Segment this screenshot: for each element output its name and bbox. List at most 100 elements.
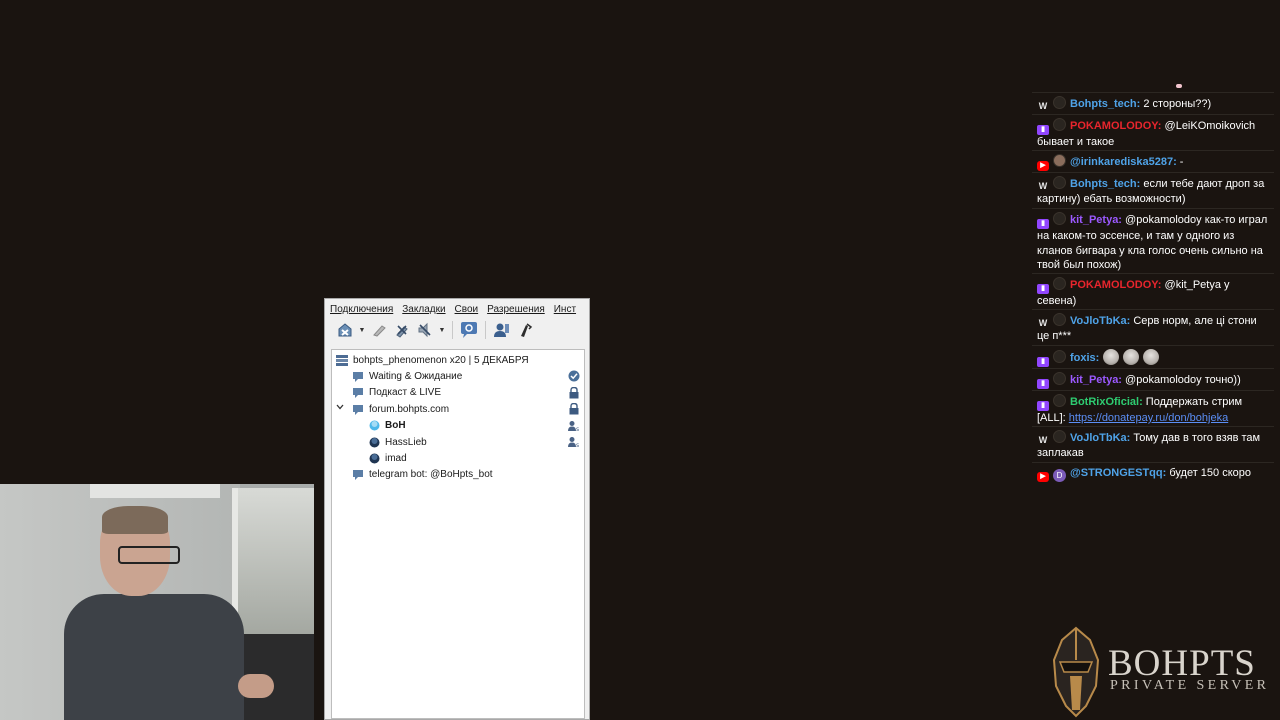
user-name: BoH: [385, 420, 406, 432]
channel-icon: [352, 387, 364, 399]
lock-icon: [568, 403, 580, 415]
channel-item[interactable]: forum.bohpts.com: [332, 401, 584, 417]
chevron-down-icon[interactable]: [336, 403, 344, 413]
whisper-icon: [521, 323, 533, 337]
chat-message: ▮ kit_Petya: @pokamolodoy точно)): [1032, 368, 1274, 392]
emote-icon: [1143, 349, 1160, 365]
chat-button[interactable]: [459, 320, 479, 340]
channel-name: telegram bot: @BoHpts_bot: [369, 469, 493, 481]
user-item[interactable]: BoH s: [332, 418, 584, 434]
chat-message: W Bohpts_tech: 2 стороны??): [1032, 92, 1274, 115]
svg-text:s: s: [576, 442, 579, 448]
chat-nick: VoJloTbKa:: [1070, 315, 1131, 327]
server-admin-icon: s: [568, 420, 580, 432]
chat-nick: BotRixOficial:: [1070, 396, 1143, 408]
chat-indicator: [1176, 84, 1182, 88]
channel-name: forum.bohpts.com: [369, 403, 450, 415]
server-row[interactable]: bohpts_phenomenon x20 | 5 ДЕКАБРЯ: [332, 352, 584, 368]
user-name: HassLieb: [385, 436, 427, 448]
mute-mic-icon: [396, 325, 408, 338]
whisper-button[interactable]: [515, 320, 535, 340]
wasd-platform-icon: W: [1038, 318, 1048, 328]
chat-message: ▮ POKAMOLODOY: @LeiKOmoikovich бывает и т…: [1032, 114, 1274, 153]
chat-nick: kit_Petya:: [1070, 214, 1122, 226]
menu-bar: Подключения Закладки Свои Разрешения Инс…: [325, 300, 589, 318]
menu-bookmarks[interactable]: Закладки: [402, 304, 445, 315]
chat-message: ▶ @irinkarediska5287: -: [1032, 150, 1274, 174]
twitch-platform-icon: ▮: [1037, 401, 1049, 411]
menu-permissions[interactable]: Разрешения: [487, 304, 545, 315]
webcam-feed: [0, 484, 314, 720]
disconnect-dropdown-icon[interactable]: ▼: [358, 327, 366, 334]
disconnect-button[interactable]: [335, 320, 355, 340]
donation-link[interactable]: https://donatepay.ru/don/bohjeka: [1069, 412, 1228, 424]
channel-icon: [352, 403, 364, 415]
channel-item[interactable]: Waiting & Ожидание: [332, 368, 584, 384]
chat-nick: @STRONGESTqq:: [1070, 467, 1167, 479]
avatar: [1053, 430, 1066, 443]
wasd-platform-icon: W: [1038, 101, 1048, 111]
mute-speakers-button[interactable]: [415, 320, 435, 340]
chat-nick: Bohpts_tech:: [1070, 98, 1141, 110]
knight-helmet-icon: [1052, 626, 1100, 718]
avatar: [1053, 176, 1066, 189]
toolbar: ▼ ▼: [325, 318, 589, 342]
contacts-button[interactable]: [492, 320, 512, 340]
disconnect-icon: [338, 323, 352, 337]
chat-text: будет 150 скоро: [1169, 467, 1252, 479]
channel-item[interactable]: Подкаст & LIVE: [332, 385, 584, 401]
bookmark-icon: [373, 325, 386, 337]
wasd-platform-icon: W: [1038, 181, 1048, 191]
channel-tree: bohpts_phenomenon x20 | 5 ДЕКАБРЯ Waitin…: [331, 349, 585, 719]
away-dropdown-icon[interactable]: ▼: [438, 327, 446, 334]
idle-status-icon: [368, 436, 380, 448]
chat-message: W Bohpts_tech: если тебе дают дроп за кар…: [1032, 172, 1274, 209]
talking-status-icon: [368, 420, 380, 432]
chat-nick: Bohpts_tech:: [1070, 178, 1141, 190]
channel-icon: [352, 469, 364, 481]
twitch-platform-icon: ▮: [1037, 219, 1049, 229]
chat-text: 2 стороны??): [1143, 98, 1212, 110]
check-icon: [568, 370, 580, 382]
emote-icon: [1103, 349, 1120, 365]
channel-item[interactable]: telegram bot: @BoHpts_bot: [332, 467, 584, 483]
twitch-platform-icon: ▮: [1037, 379, 1049, 389]
avatar: [1053, 118, 1066, 131]
avatar: [1053, 313, 1066, 326]
chat-message: W VoJloTbKa: Тому дав в того взяв там зап…: [1032, 426, 1274, 463]
stream-chat: W Bohpts_tech: 2 стороны??) ▮ POKAMOLODOY:…: [1030, 84, 1276, 486]
menu-connections[interactable]: Подключения: [330, 304, 393, 315]
chat-nick: foxis:: [1070, 352, 1100, 364]
twitch-platform-icon: ▮: [1037, 357, 1049, 367]
avatar: [1053, 350, 1066, 363]
wasd-platform-icon: W: [1038, 435, 1048, 445]
chat-message: ▶ D @STRONGESTqq: будет 150 скоро: [1032, 462, 1274, 485]
menu-self[interactable]: Свои: [455, 304, 479, 315]
bohpts-logo: BOHPTS PRIVATE SERVER: [1046, 626, 1276, 720]
emote-icon: [1123, 349, 1140, 365]
user-item[interactable]: imad: [332, 450, 584, 466]
chat-bubble-icon: [461, 322, 477, 338]
twitch-platform-icon: ▮: [1037, 284, 1049, 294]
chat-nick: POKAMOLODOY:: [1070, 279, 1162, 291]
logo-subtitle: PRIVATE SERVER: [1110, 678, 1270, 693]
server-name: bohpts_phenomenon x20 | 5 ДЕКАБРЯ: [353, 354, 529, 366]
channel-name: Подкаст & LIVE: [369, 387, 442, 399]
youtube-platform-icon: ▶: [1037, 472, 1049, 482]
twitch-platform-icon: ▮: [1037, 125, 1049, 135]
chat-message: ▮ kit_Petya: @pokamolodoy как-то играл на…: [1032, 208, 1274, 276]
server-icon: [336, 354, 348, 366]
svg-text:s: s: [576, 426, 579, 432]
avatar: D: [1053, 469, 1066, 482]
mute-mic-button[interactable]: [392, 320, 412, 340]
chat-message: ▮ foxis:: [1032, 345, 1274, 370]
chat-message: W VoJloTbKa: Серв норм, але ці стони це п…: [1032, 309, 1274, 346]
channel-name: Waiting & Ожидание: [369, 371, 463, 383]
user-item[interactable]: HassLieb s: [332, 434, 584, 450]
bookmark-button[interactable]: [369, 320, 389, 340]
avatar: [1053, 212, 1066, 225]
contacts-icon: [494, 323, 509, 337]
avatar: [1053, 394, 1066, 407]
menu-tools[interactable]: Инст: [554, 304, 576, 315]
server-admin-icon: s: [568, 436, 580, 448]
